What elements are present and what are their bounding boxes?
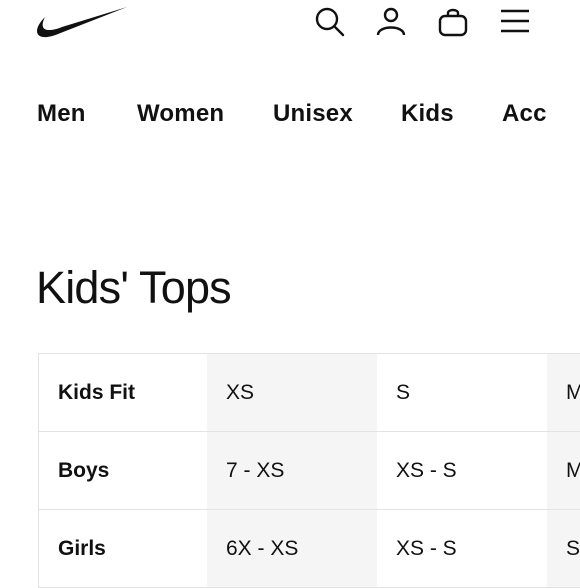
table-cell: S [547, 510, 580, 587]
row-header: Girls [39, 510, 207, 587]
table-cell: 7 - XS [207, 432, 377, 509]
nav-item-men[interactable]: Men [37, 100, 86, 128]
table-cell: XS - S [377, 510, 547, 587]
category-nav: Men Women Unisex Kids Acc [0, 96, 580, 136]
search-icon[interactable] [313, 5, 345, 37]
site-header [0, 0, 580, 48]
nav-item-unisex[interactable]: Unisex [273, 100, 353, 128]
table-cell: XS [207, 354, 377, 431]
page-title: Kids' Tops [36, 262, 232, 313]
nike-swoosh-logo[interactable] [36, 4, 128, 40]
row-header: Boys [39, 432, 207, 509]
menu-icon[interactable] [499, 5, 531, 37]
size-chart-table: Kids Fit XS S M Boys 7 - XS XS - S M Gir… [38, 353, 580, 588]
table-cell: XS - S [377, 432, 547, 509]
table-row: Girls 6X - XS XS - S S [39, 510, 580, 588]
row-header: Kids Fit [39, 354, 207, 431]
nav-item-women[interactable]: Women [137, 100, 224, 128]
table-cell: M [547, 432, 580, 509]
table-row: Kids Fit XS S M [39, 354, 580, 432]
account-icon[interactable] [375, 5, 407, 37]
nav-item-kids[interactable]: Kids [401, 100, 454, 128]
bag-icon[interactable] [437, 5, 469, 37]
nav-item-accessories[interactable]: Acc [502, 100, 547, 128]
table-row: Boys 7 - XS XS - S M [39, 432, 580, 510]
table-cell: 6X - XS [207, 510, 377, 587]
table-cell: M [547, 354, 580, 431]
table-cell: S [377, 354, 547, 431]
